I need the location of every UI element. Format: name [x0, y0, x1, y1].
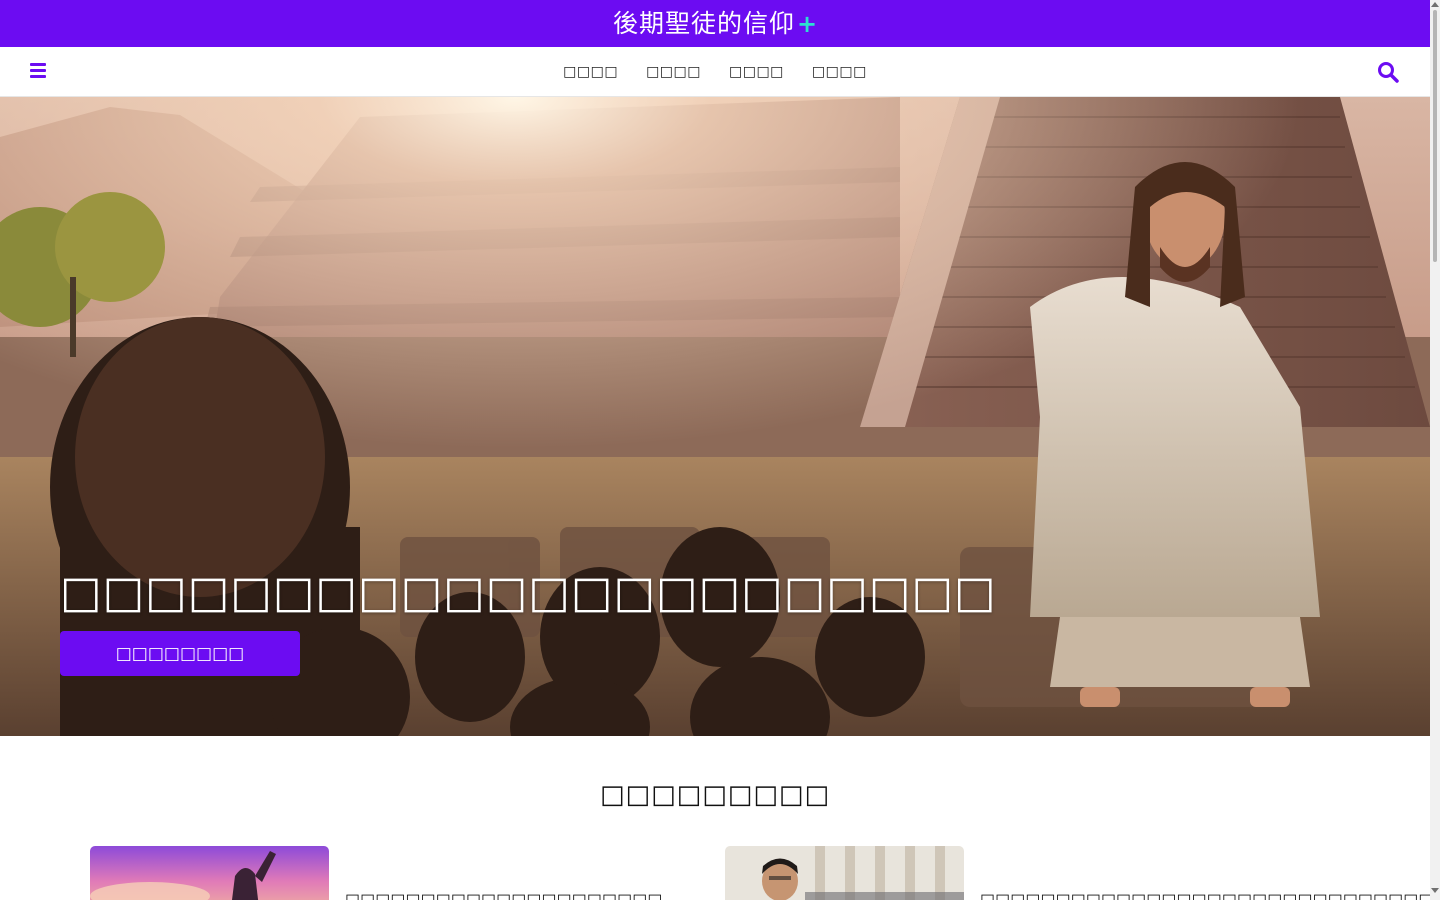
article-thumbnail[interactable]: [90, 846, 329, 900]
plus-icon: +: [796, 9, 818, 38]
section-title: □□□□□□□□□: [599, 780, 831, 810]
page: 後期聖徒的信仰 + □□□□ □□□□ □□□□ □□□□ □□□□□□□□□□…: [0, 0, 1440, 900]
brand-bar: 後期聖徒的信仰 +: [0, 0, 1430, 47]
article-card[interactable]: □□□□□□□□□□□□□□□□□□□□□□□□□□□□□□□□5□□□□: [725, 846, 1440, 900]
nav-link-2[interactable]: □□□□: [646, 64, 701, 80]
nav-link-3[interactable]: □□□□: [729, 64, 784, 80]
article-title[interactable]: □□□□□□□□□□□□□□□□□□□□□: [345, 890, 662, 900]
search-icon[interactable]: [1377, 61, 1399, 83]
hero-cta-button[interactable]: □□□□□□□□: [60, 631, 300, 676]
nav-link-1[interactable]: □□□□: [563, 64, 618, 80]
nav-links: □□□□ □□□□ □□□□ □□□□: [0, 47, 1430, 97]
scrollbar-thumb[interactable]: [1433, 10, 1437, 262]
nav-link-4[interactable]: □□□□: [812, 64, 867, 80]
article-title[interactable]: □□□□□□□□□□□□□□□□□□□□□□□□□□□□□□□□5□□□□: [980, 890, 1440, 900]
scroll-up-icon[interactable]: [1431, 2, 1439, 7]
nav-bar: □□□□ □□□□ □□□□ □□□□: [0, 47, 1430, 97]
article-thumbnail[interactable]: [725, 846, 964, 900]
hero-banner: □□□□□□□□□□□□□□□□□□□□□□ □□□□□□□□: [0, 97, 1430, 736]
vertical-scrollbar[interactable]: [1430, 0, 1440, 900]
hero-title: □□□□□□□□□□□□□□□□□□□□□□: [60, 567, 997, 618]
site-title[interactable]: 後期聖徒的信仰: [613, 0, 795, 47]
article-card[interactable]: □□□□□□□□□□□□□□□□□□□□□: [90, 846, 690, 900]
scroll-down-icon[interactable]: [1431, 888, 1439, 893]
